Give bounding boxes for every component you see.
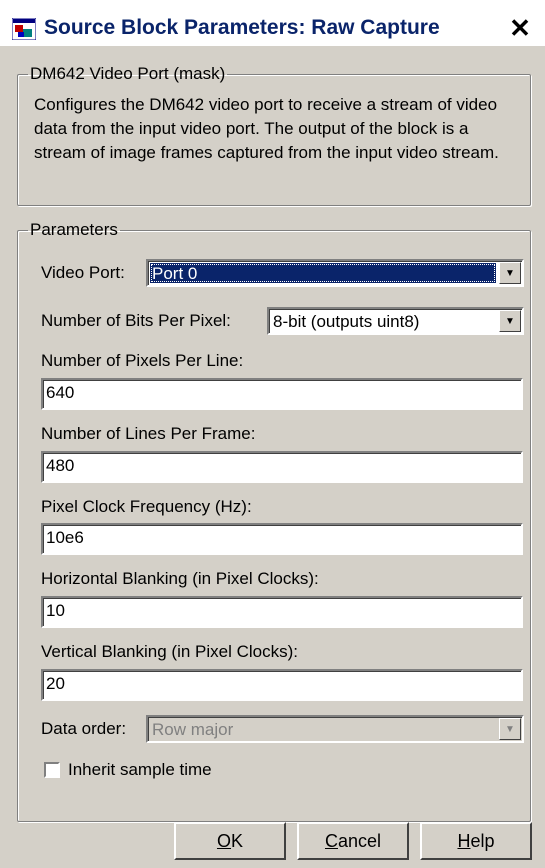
inherit-sample-time-label[interactable]: Inherit sample time <box>68 760 212 780</box>
mask-description: Configures the DM642 video port to recei… <box>34 95 499 162</box>
close-button[interactable]: ✕ <box>505 14 535 42</box>
lines-per-frame-label: Number of Lines Per Frame: <box>41 424 256 443</box>
help-button[interactable]: Help <box>420 822 532 860</box>
video-port-select[interactable]: Port 0 ▼ <box>146 259 524 287</box>
data-order-label: Data order: <box>41 719 127 738</box>
pixels-per-line-input[interactable]: 640 <box>41 378 523 410</box>
data-order-value: Row major <box>152 720 234 739</box>
horizontal-blanking-input[interactable]: 10 <box>41 596 523 628</box>
pixel-clock-input[interactable]: 10e6 <box>41 523 523 555</box>
simulink-block-icon <box>12 18 36 40</box>
horizontal-blanking-label: Horizontal Blanking (in Pixel Clocks): <box>41 569 319 588</box>
ok-button[interactable]: OK <box>174 822 286 860</box>
bits-per-pixel-label: Number of Bits Per Pixel: <box>41 311 231 330</box>
chevron-down-icon: ▼ <box>499 718 521 740</box>
help-accel: H <box>457 831 471 851</box>
lines-per-frame-input[interactable]: 480 <box>41 451 523 483</box>
title-bar: Source Block Parameters: Raw Capture ✕ <box>0 0 545 46</box>
vertical-blanking-input[interactable]: 20 <box>41 669 523 701</box>
data-order-select: Row major ▼ <box>146 715 524 743</box>
vertical-blanking-label: Vertical Blanking (in Pixel Clocks): <box>41 642 298 661</box>
video-port-value: Port 0 <box>150 263 496 283</box>
mask-legend: DM642 Video Port (mask) <box>30 64 226 83</box>
pixels-per-line-label: Number of Pixels Per Line: <box>41 351 244 370</box>
window-title: Source Block Parameters: Raw Capture <box>44 16 440 39</box>
pixel-clock-label: Pixel Clock Frequency (Hz): <box>41 497 252 516</box>
chevron-down-icon[interactable]: ▼ <box>499 262 521 284</box>
help-label-rest: elp <box>470 831 495 851</box>
ok-label-rest: K <box>231 831 244 851</box>
bits-per-pixel-value: 8-bit (outputs uint8) <box>273 312 420 331</box>
parameters-legend: Parameters <box>30 220 118 239</box>
cancel-label-rest: ancel <box>337 831 382 851</box>
cancel-accel: C <box>324 831 338 851</box>
cancel-button[interactable]: Cancel <box>297 822 409 860</box>
ok-accel: O <box>216 831 231 851</box>
inherit-sample-time-checkbox[interactable] <box>44 762 60 778</box>
video-port-label: Video Port: <box>41 263 125 282</box>
chevron-down-icon[interactable]: ▼ <box>499 310 521 332</box>
bits-per-pixel-select[interactable]: 8-bit (outputs uint8) ▼ <box>267 307 524 335</box>
